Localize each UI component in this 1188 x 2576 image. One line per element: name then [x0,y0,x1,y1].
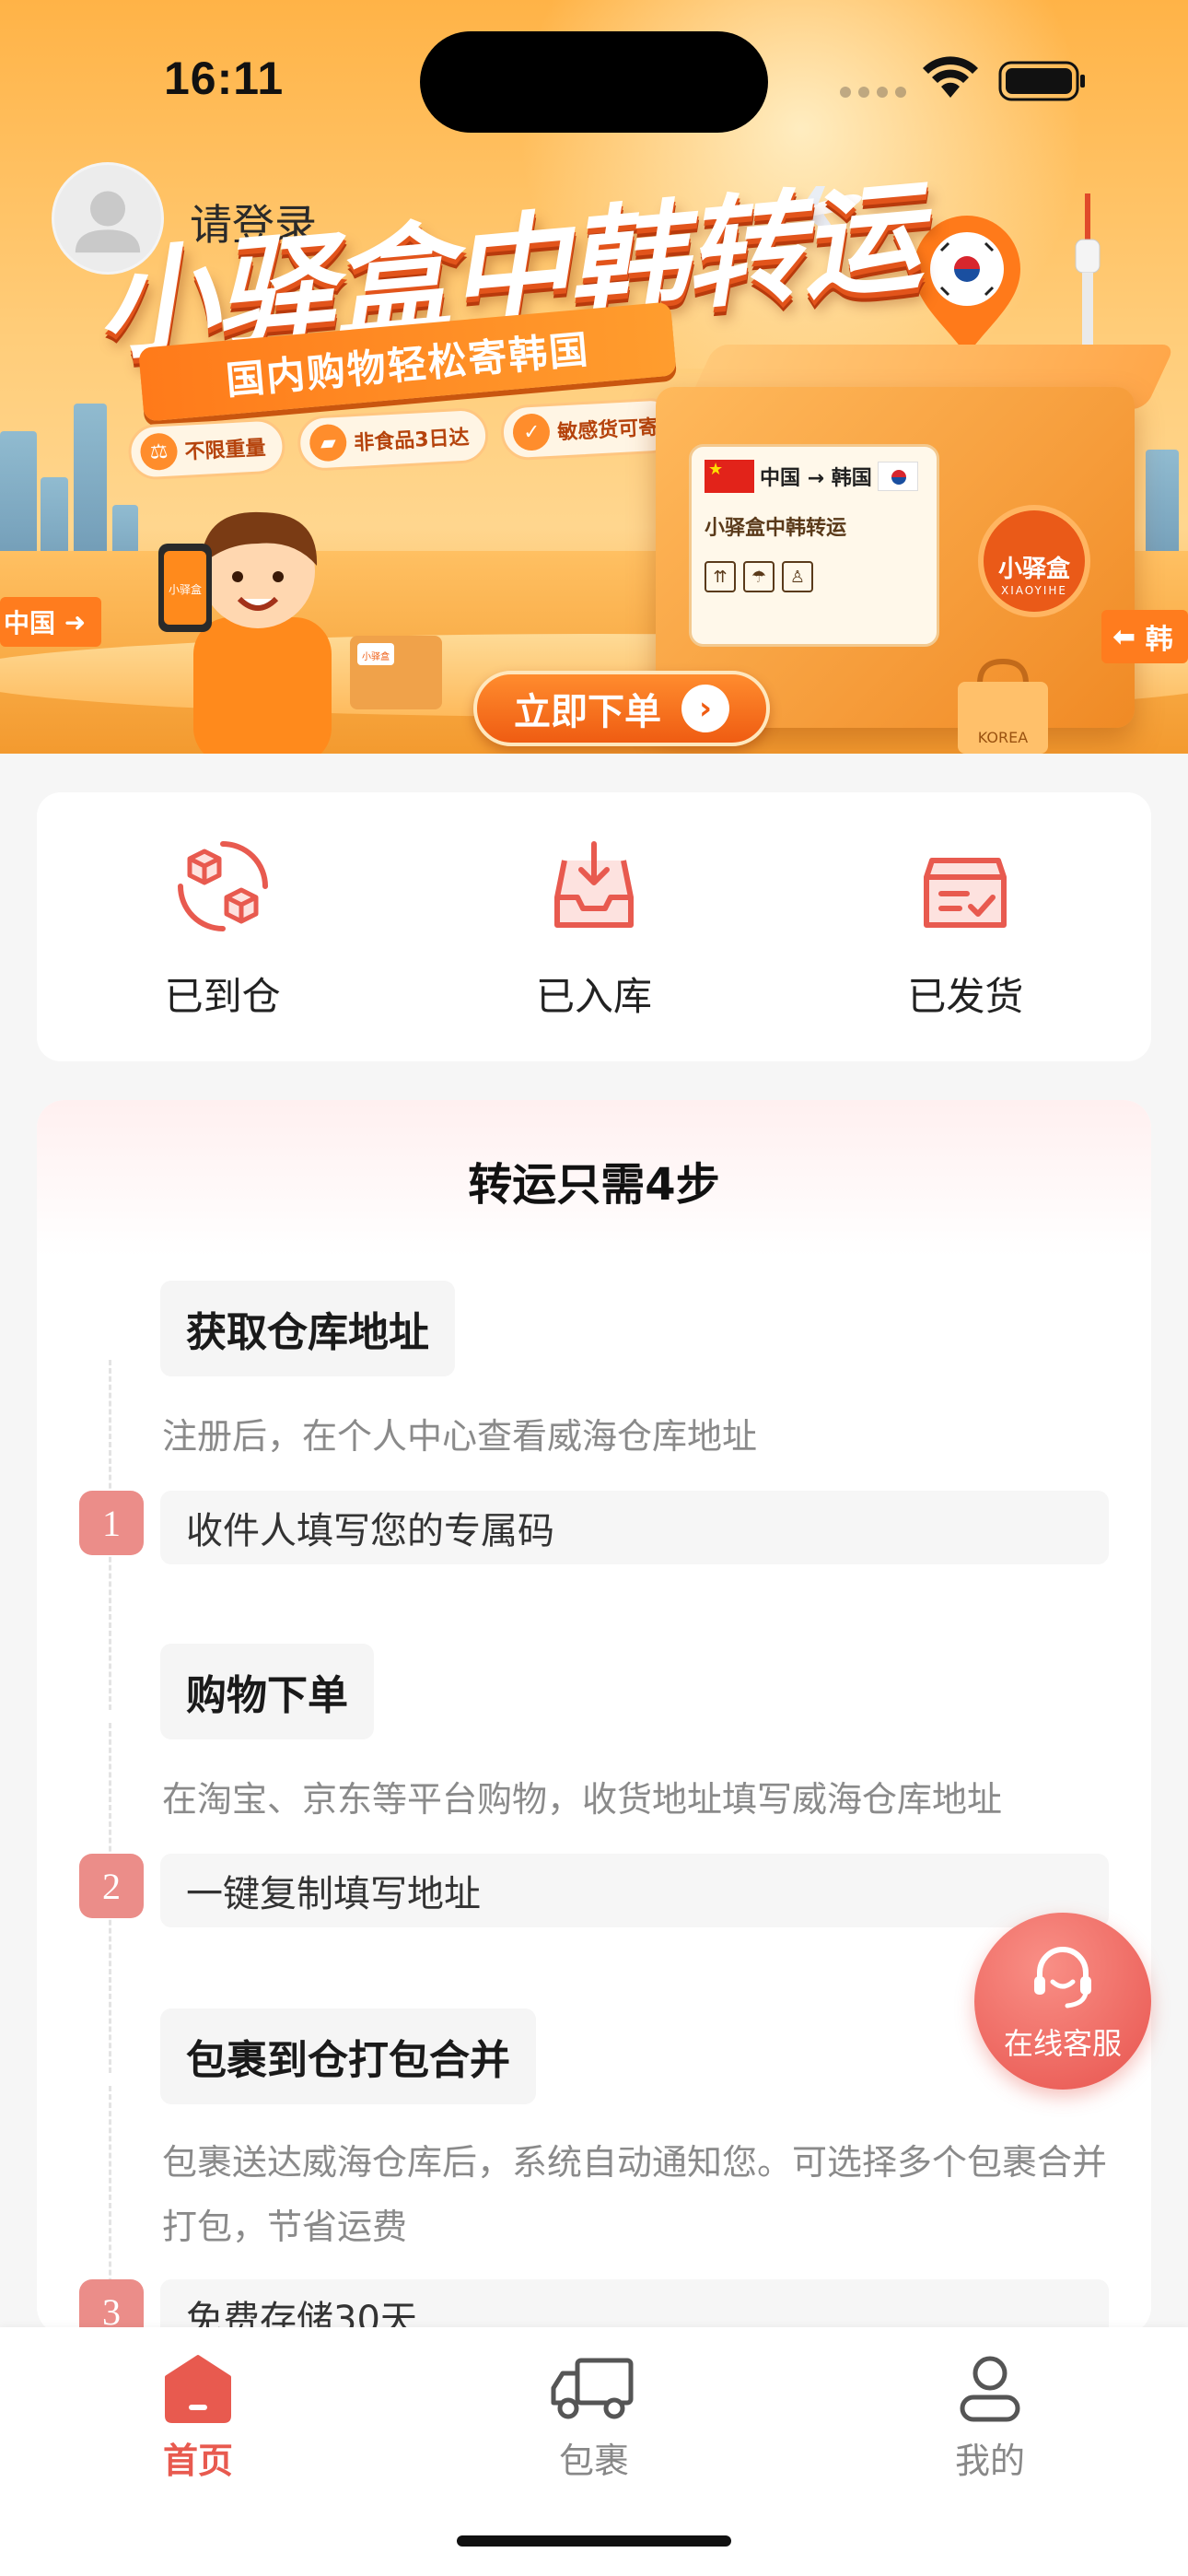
step-heading: 获取仓库地址 [160,1281,455,1376]
badge-label: 非食品3日达 [353,426,471,456]
box-brand: 小驿盒 [362,650,390,662]
shipping-label: 中国 → 韩国 小驿盒中韩转运 ⇈ ☂ ♙ [689,444,939,647]
arrow-left-icon: ⬅ [1112,620,1146,653]
tab-label: 包裹 [558,2441,629,2481]
china-flag-icon [705,460,754,493]
status-stored[interactable]: 已入库 [408,792,779,1061]
online-service-button[interactable]: 在线客服 [974,1913,1151,2090]
route-row: 中国 → 韩国 [705,460,924,493]
truck-icon [551,2358,634,2419]
step-tip: 免费存储30天 [160,2279,1109,2335]
shipped-icon [924,858,1007,928]
tab-label: 我的 [954,2441,1025,2481]
delivery-character-illustration: 小驿盒 小驿盒 [158,511,442,754]
step-number: 1 [79,1491,144,1555]
step-heading: 包裹到仓打包合并 [160,2008,536,2104]
brand-seal-pinyin: XIAOYIHE [1000,583,1068,597]
brand-seal-name: 小驿盒 [997,555,1070,583]
service-label: 在线客服 [1003,2026,1122,2061]
wifi-icon [923,56,978,98]
step-heading: 购物下单 [160,1644,374,1739]
tab-label: 首页 [162,2441,233,2481]
home-indicator [457,2535,731,2547]
route-text: 中国 → 韩国 [760,467,872,490]
phone-brand: 小驿盒 [169,582,202,596]
package-status-card: 已到仓 已入库 已发货 [37,792,1151,1061]
sign-china-text: 中国 [4,608,56,638]
badge-label: 敏感货可寄 [556,416,659,445]
status-label: 已入库 [535,974,652,1019]
sign-korea: ⬅ 韩 [1101,610,1188,663]
home-icon [165,2355,231,2423]
bag-text: KOREA [978,729,1028,746]
steps-card: 转运只需4步 获取仓库地址 注册后，在个人中心查看威海仓库地址 1 收件人填写您… [37,1100,1151,2335]
signal-icon [840,87,906,98]
order-now-button[interactable]: 立即下单 › [473,671,770,746]
user-icon [960,2356,1020,2422]
tab-mine[interactable]: 我的 [792,2327,1188,2576]
sign-korea-text: 韩 [1145,624,1173,656]
badge-unlimited-weight: ⚖ 不限重量 [127,417,286,481]
status-arrived[interactable]: 已到仓 [37,792,408,1061]
steps-title: 转运只需4步 [468,1159,720,1211]
inbox-stored-icon [553,841,634,928]
step-tip: 收件人填写您的专属码 [160,1491,1109,1564]
status-label: 已发货 [907,974,1024,1019]
tab-home[interactable]: 首页 [0,2327,396,2576]
korea-location-pin-icon [914,216,1020,356]
headset-icon [1034,1947,1091,2008]
fragile-icon: ♙ [782,561,813,592]
brand-seal: 小驿盒 XIAOYIHE [978,505,1090,617]
keep-dry-icon: ☂ [743,561,775,592]
label-name: 小驿盒中韩转运 [705,517,847,540]
step-description: 注册后，在个人中心查看威海仓库地址 [162,1416,758,1457]
status-shipped[interactable]: 已发货 [780,792,1151,1061]
badge-three-day: ▰ 非食品3日达 [296,406,490,473]
badge-label: 不限重量 [183,437,267,464]
dynamic-island [420,31,768,133]
scale-icon: ⚖ [139,432,179,472]
step-number: 2 [79,1854,144,1918]
warehouse-arrived-icon [177,841,268,931]
step-number: 3 [79,2279,144,2335]
battery-icon [998,61,1085,101]
shopping-bag-icon: KOREA [958,658,1048,754]
handling-icons: ⇈ ☂ ♙ [705,561,924,592]
status-label: 已到仓 [164,974,281,1019]
shield-icon: ✓ [512,412,552,452]
this-side-up-icon: ⇈ [705,561,736,592]
step-description: 包裹送达威海仓库后，系统自动通知您。可选择多个包裹合并打包，节省运费 [162,2142,1108,2247]
step-description: 在淘宝、京东等平台购物，收货地址填写威海仓库地址 [162,1779,1003,1820]
arrow-right-icon: ➜ [55,606,87,638]
sign-china: 中国 ➜ [0,597,101,647]
korea-flag-icon [877,462,918,491]
status-time: 16:11 [164,53,285,104]
badge-sensitive-goods: ✓ 敏感货可寄 [499,396,680,462]
truck-icon: ▰ [309,423,348,463]
order-now-label: 立即下单 [514,691,661,733]
hero-banner[interactable]: 16:11 请登录 小驿盒中韩转运 国内购物轻松寄韩国 ⚖ 不限重量 ▰ 非食品… [0,0,1188,754]
chevron-right-icon: › [681,685,729,732]
step-tip: 一键复制填写地址 [160,1854,1109,1927]
